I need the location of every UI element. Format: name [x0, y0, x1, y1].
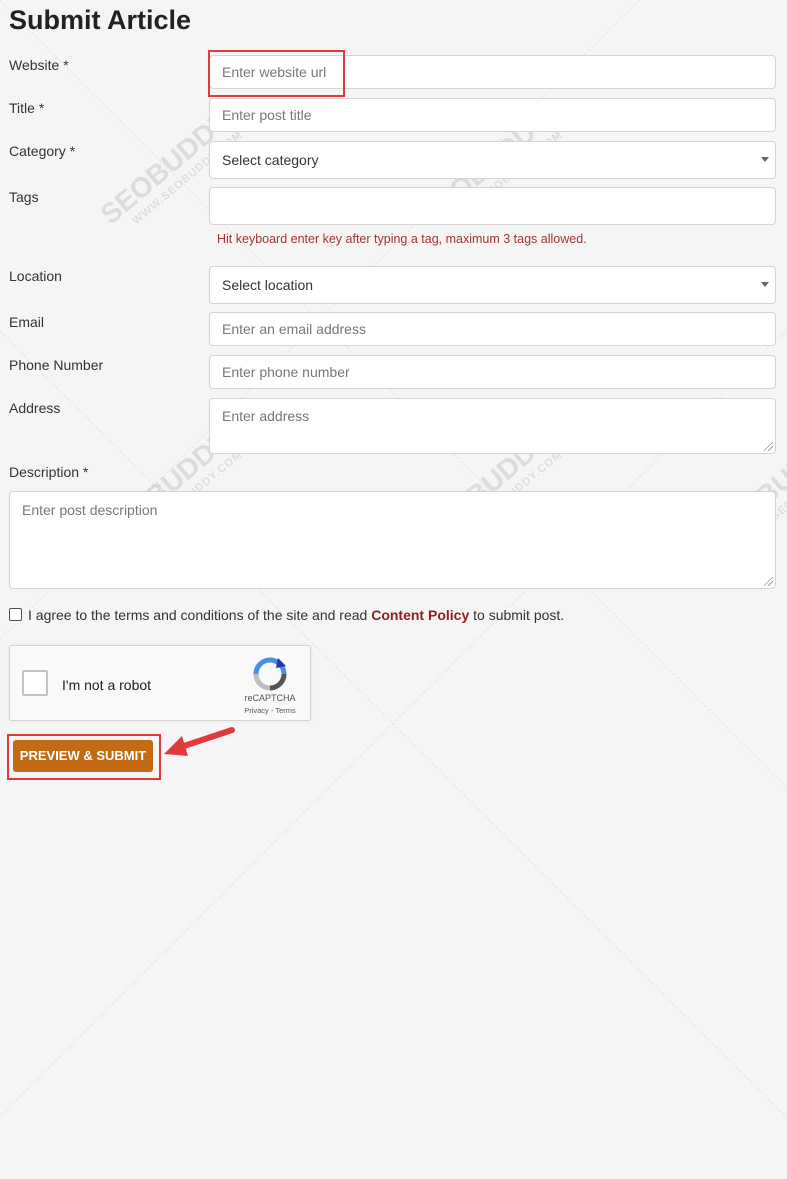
recaptcha-label: I'm not a robot — [62, 677, 152, 693]
tags-label: Tags — [9, 189, 39, 205]
phone-label: Phone Number — [9, 357, 104, 373]
red-arrow-icon — [164, 727, 235, 756]
tags-hint: Hit keyboard enter key after typing a ta… — [217, 232, 587, 246]
description-placeholder: Enter post description — [22, 502, 158, 518]
email-label: Email — [9, 314, 45, 330]
content-policy-link[interactable]: Content Policy — [371, 607, 469, 623]
location-select-value: Select location — [222, 277, 314, 293]
category-select-value: Select category — [222, 152, 319, 168]
agree-text-end: to submit post. — [469, 607, 565, 623]
recaptcha-brand: reCAPTCHA — [244, 693, 296, 703]
resize-grip-icon[interactable] — [764, 577, 773, 586]
recaptcha-links[interactable]: Privacy - Terms — [236, 706, 304, 715]
phone-input[interactable]: Enter phone number — [209, 355, 776, 389]
address-textarea[interactable]: Enter address — [209, 398, 776, 454]
address-label: Address — [9, 400, 61, 416]
title-input[interactable]: Enter post title — [209, 98, 776, 132]
location-label: Location — [9, 268, 62, 284]
title-label: Title * — [9, 100, 45, 116]
email-input[interactable]: Enter an email address — [209, 312, 776, 346]
agree-text: I agree to the terms and conditions of t… — [28, 607, 372, 623]
highlight-box — [208, 50, 345, 97]
category-select[interactable]: Select category — [209, 141, 776, 179]
location-select[interactable]: Select location — [209, 266, 776, 304]
tags-input[interactable] — [209, 187, 776, 225]
recaptcha-widget: I'm not a robot reCAPTCHA Privacy - Term… — [9, 645, 311, 721]
description-textarea[interactable]: Enter post description — [9, 491, 776, 589]
address-placeholder: Enter address — [222, 408, 310, 424]
caret-down-icon — [761, 282, 769, 287]
agree-checkbox[interactable] — [9, 608, 22, 621]
recaptcha-logo-icon — [253, 657, 287, 691]
caret-down-icon — [761, 157, 769, 162]
description-label: Description * — [9, 464, 89, 480]
website-label: Website * — [9, 57, 69, 73]
page-title: Submit Article — [9, 5, 192, 35]
category-label: Category * — [9, 143, 76, 159]
resize-grip-icon[interactable] — [764, 442, 773, 451]
recaptcha-checkbox[interactable] — [22, 670, 48, 696]
highlight-box — [7, 734, 161, 780]
agree-row: I agree to the terms and conditions of t… — [9, 607, 564, 623]
